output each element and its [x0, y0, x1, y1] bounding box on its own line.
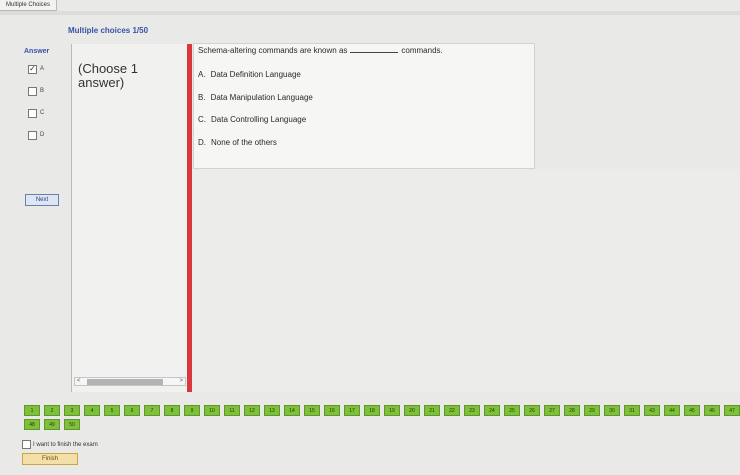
question-prefix: Schema-altering commands are known as [198, 46, 348, 55]
question-nav-button[interactable]: 47 [724, 405, 740, 416]
option-letter-c: C [40, 110, 45, 116]
question-nav-button[interactable]: 31 [624, 405, 640, 416]
question-nav-button[interactable]: 44 [664, 405, 680, 416]
answer-text-d: D. None of the others [198, 138, 277, 147]
question-nav-button[interactable]: 46 [704, 405, 720, 416]
finish-checkbox[interactable] [22, 440, 31, 449]
scrollbar-thumb[interactable] [87, 379, 163, 385]
question-nav-button[interactable]: 49 [44, 419, 60, 430]
answer-label: Data Manipulation Language [210, 93, 313, 102]
question-nav-button[interactable]: 1 [24, 405, 40, 416]
finish-button[interactable]: Finish [22, 453, 78, 465]
checkbox-a[interactable]: ✓ [28, 64, 37, 74]
question-nav-button[interactable]: 3 [64, 405, 80, 416]
question-nav-button[interactable]: 43 [644, 405, 660, 416]
checkbox-c[interactable] [28, 108, 37, 118]
answer-text-a: A. Data Definition Language [198, 70, 301, 79]
question-nav-button[interactable]: 29 [584, 405, 600, 416]
question-nav-button[interactable]: 13 [264, 405, 280, 416]
scroll-left-icon[interactable]: < [77, 378, 81, 385]
content-area [192, 169, 740, 392]
instruction-panel: (Choose 1 answer) < > [71, 44, 187, 392]
answer-label: Data Controlling Language [211, 115, 307, 124]
question-nav-button[interactable]: 11 [224, 405, 240, 416]
option-letter-d: D [40, 132, 45, 138]
question-nav-button[interactable]: 30 [604, 405, 620, 416]
answer-options: ✓ A B C D [28, 64, 44, 152]
question-text: Schema-altering commands are known as com… [198, 46, 443, 55]
question-nav-button[interactable]: 4 [84, 405, 100, 416]
question-nav-button[interactable]: 16 [324, 405, 340, 416]
question-nav-button[interactable]: 14 [284, 405, 300, 416]
answer-option-c[interactable]: C [28, 108, 44, 118]
question-nav-button[interactable]: 23 [464, 405, 480, 416]
question-nav-button[interactable]: 21 [424, 405, 440, 416]
finish-checkbox-label: I want to finish the exam [33, 441, 98, 448]
answer-option-a[interactable]: ✓ A [28, 64, 44, 74]
toolbar-strip [0, 11, 740, 15]
window-title: Multiple Choices [0, 0, 58, 11]
question-blank [350, 52, 399, 53]
question-nav-button[interactable]: 10 [204, 405, 220, 416]
question-nav-button[interactable]: 17 [344, 405, 360, 416]
question-nav-button[interactable]: 18 [364, 405, 380, 416]
question-nav-button[interactable]: 28 [564, 405, 580, 416]
answer-letter: B. [198, 93, 206, 102]
answer-option-b[interactable]: B [28, 86, 44, 96]
answer-option-d[interactable]: D [28, 130, 44, 140]
answer-letter: D. [198, 138, 206, 147]
answer-letter: C. [198, 115, 206, 124]
question-nav-button[interactable]: 8 [164, 405, 180, 416]
question-nav-button[interactable]: 24 [484, 405, 500, 416]
question-nav-button[interactable]: 50 [64, 419, 80, 430]
answer-label: Answer [24, 48, 50, 55]
question-nav-button[interactable]: 25 [504, 405, 520, 416]
answer-text-b: B. Data Manipulation Language [198, 93, 313, 102]
question-nav-button[interactable]: 7 [144, 405, 160, 416]
answer-text-c: C. Data Controlling Language [198, 115, 306, 124]
checkbox-d[interactable] [28, 130, 37, 140]
option-letter-a: A [40, 66, 45, 72]
instruction-text: (Choose 1 answer) [78, 61, 138, 90]
question-navigator: 1 2 3 4 5 6 7 8 9 10 11 12 13 14 15 16 17 18 19 20 21 22 23 24 2… [24, 405, 740, 430]
finish-confirm[interactable]: I want to finish the exam [22, 440, 98, 449]
question-nav-button[interactable]: 20 [404, 405, 420, 416]
question-nav-button[interactable]: 45 [684, 405, 700, 416]
question-nav-button[interactable]: 9 [184, 405, 200, 416]
question-nav-button[interactable]: 22 [444, 405, 460, 416]
question-nav-button[interactable]: 27 [544, 405, 560, 416]
scroll-right-icon[interactable]: > [179, 378, 183, 385]
question-nav-button[interactable]: 48 [24, 419, 40, 430]
answer-label: Data Definition Language [210, 70, 301, 79]
question-box: Schema-altering commands are known as com… [193, 43, 535, 169]
answer-letter: A. [198, 70, 206, 79]
question-nav-button[interactable]: 12 [244, 405, 260, 416]
question-nav-button[interactable]: 15 [304, 405, 320, 416]
question-nav-button[interactable]: 5 [104, 405, 120, 416]
question-nav-button[interactable]: 6 [124, 405, 140, 416]
question-nav-button[interactable]: 2 [44, 405, 60, 416]
checkbox-b[interactable] [28, 86, 37, 96]
answer-label: None of the others [211, 138, 277, 147]
question-nav-button[interactable]: 19 [384, 405, 400, 416]
question-suffix: commands. [401, 46, 443, 55]
option-letter-b: B [40, 88, 45, 94]
page-title: Multiple choices 1/50 [68, 26, 149, 35]
horizontal-scrollbar[interactable]: < > [74, 377, 186, 386]
next-button[interactable]: Next [25, 194, 59, 206]
question-nav-button[interactable]: 26 [524, 405, 540, 416]
